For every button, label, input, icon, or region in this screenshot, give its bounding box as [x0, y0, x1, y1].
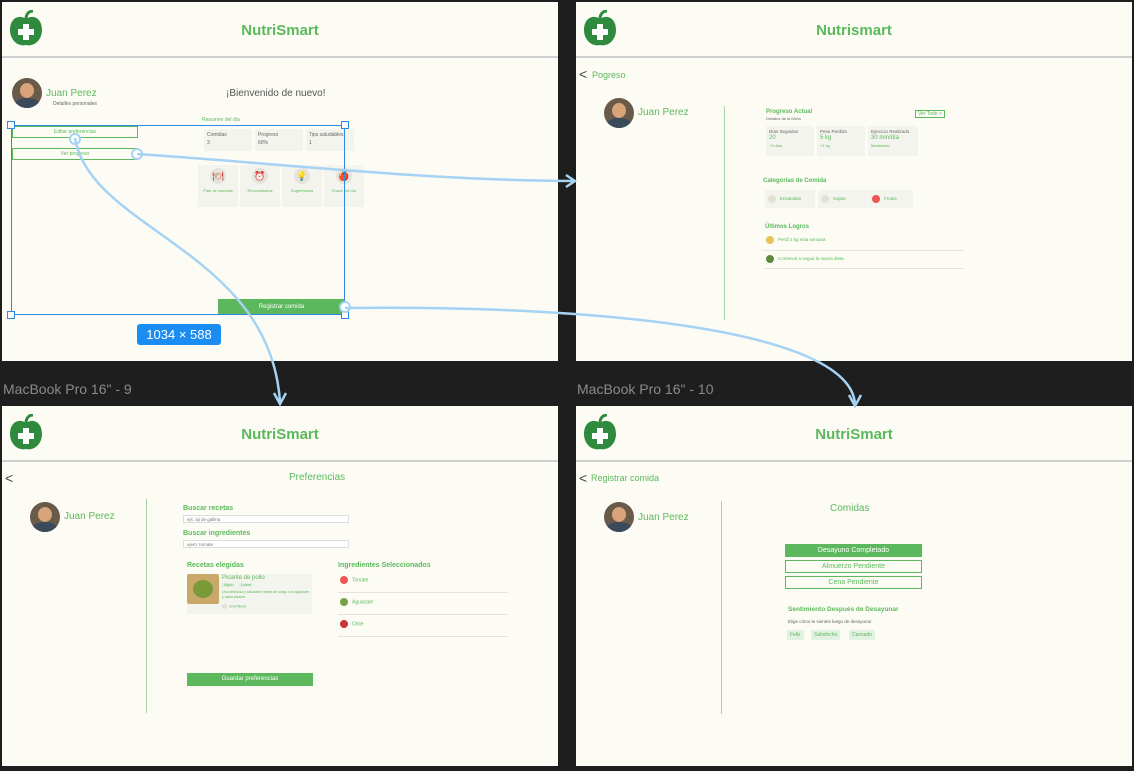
divider	[764, 268, 964, 269]
search-recipes-label: Buscar recetas	[183, 505, 234, 512]
search-recipes-input[interactable]: ejs: aji de gallina	[183, 515, 349, 523]
divider	[338, 614, 508, 615]
recipe-title: Picante de pollo	[222, 575, 265, 581]
app-title: NutriSmart	[241, 426, 319, 443]
avatar	[604, 98, 634, 128]
see-all-button[interactable]: Ver Todo >	[915, 110, 945, 118]
divider	[764, 250, 964, 251]
frame-home[interactable]: NutriSmart Juan Perez Detalles personale…	[2, 2, 558, 361]
frame-preferences[interactable]: NutriSmart < Preferencias Juan Perez Bus…	[2, 406, 558, 766]
author-avatar-icon	[222, 604, 227, 609]
app-title: NutriSmart	[815, 426, 893, 443]
meals-title: Comidas	[830, 503, 870, 514]
leaf-icon	[766, 255, 774, 263]
breakfast-completed-button[interactable]: Desayuno Completado	[785, 544, 922, 557]
avatar	[604, 502, 634, 532]
header: NutriSmart	[576, 406, 1132, 462]
trophy-icon	[766, 236, 774, 244]
chili-icon	[340, 620, 348, 628]
salad-icon	[768, 194, 776, 203]
avocado-icon	[340, 598, 348, 606]
header: NutriSmart	[2, 406, 558, 462]
connector-arrowhead-progress	[565, 173, 578, 189]
achievement-item: Comencé a seguir la nueva dieta	[766, 255, 844, 263]
avatar	[12, 78, 42, 108]
recipe-tag: Lorem	[239, 583, 253, 587]
fruit-icon	[872, 194, 880, 203]
frame-register-meal[interactable]: NutriSmart < Registrar comida Juan Perez…	[576, 406, 1132, 766]
page-title: Preferencias	[289, 472, 346, 483]
user-name: Juan Perez	[638, 107, 689, 118]
recipe-tag: Algún	[222, 583, 235, 587]
divider	[721, 501, 722, 714]
connector-node[interactable]	[131, 148, 143, 160]
summary-title: Resumen del día	[202, 117, 240, 123]
categories-title: Categorías de Comida	[763, 178, 827, 184]
section-title: Progreso Actual	[766, 109, 813, 115]
feeling-happy-chip[interactable]: Feliz	[787, 630, 804, 640]
save-preferences-button[interactable]: Guardar preferencias	[187, 673, 313, 686]
section-subtitle: Detalles de la Dieta	[766, 116, 801, 121]
stat-streak: Días Seguidos 20 +3 días	[766, 126, 814, 156]
back-label[interactable]: Pogreso	[592, 70, 626, 80]
connector-arrowhead-register	[847, 394, 863, 409]
category-fruits[interactable]: Frutas	[869, 190, 913, 208]
user-name: Juan Perez	[46, 88, 97, 99]
category-soups[interactable]: Sopas	[818, 190, 868, 208]
selection-box[interactable]	[11, 125, 345, 315]
feeling-title: Sentimiento Después de Desayunar	[788, 606, 899, 613]
frame-progress[interactable]: Nutrismart < Pogreso Juan Perez Progreso…	[576, 2, 1132, 361]
category-salads[interactable]: Ensaladas	[765, 190, 815, 208]
search-ingredients-label: Buscar ingredientes	[183, 530, 251, 537]
recipe-image	[187, 574, 219, 604]
ingredient-item[interactable]: Aguacate	[340, 598, 373, 606]
divider	[724, 106, 725, 320]
ingredient-item[interactable]: Chile	[340, 620, 363, 628]
feeling-prompt: Elige cómo te sientes luego de desayunar	[788, 619, 872, 624]
recipe-author: Chef Maria	[222, 604, 246, 609]
selected-ingredients-title: Ingredientes Seleccionados	[338, 562, 431, 569]
dimension-badge: 1034 × 588	[137, 324, 221, 345]
connector-node[interactable]	[69, 133, 81, 145]
user-name: Juan Perez	[64, 511, 115, 522]
back-label[interactable]: Registrar comida	[591, 473, 659, 483]
stat-weight: Peso Perdido 5 kg +1 kg	[817, 126, 865, 156]
back-arrow-icon[interactable]: <	[5, 470, 13, 486]
welcome-text: ¡Bienvenido de nuevo!	[226, 88, 326, 99]
recipe-description: Una deliciosa y saludable receta de sorg…	[222, 590, 309, 599]
header: Nutrismart	[576, 2, 1132, 58]
frame-label-9[interactable]: MacBook Pro 16" - 9	[3, 381, 132, 397]
user-name: Juan Perez	[638, 512, 689, 523]
chosen-recipes-title: Recetas elegidas	[187, 562, 244, 569]
resize-handle-bl[interactable]	[7, 311, 15, 319]
back-arrow-icon[interactable]: <	[579, 66, 587, 82]
achievements-title: Últimos Logros	[765, 224, 810, 230]
feeling-tired-chip[interactable]: Cansado	[849, 630, 876, 640]
achievement-item: Perdí 2 kg esta semana	[766, 236, 826, 244]
app-title: NutriSmart	[241, 22, 319, 39]
search-ingredients-input[interactable]: ejem: tomate	[183, 540, 349, 548]
recipe-card[interactable]: Picante de pollo Algún Lorem Una delicio…	[187, 574, 312, 614]
connector-arrowhead-preferences	[272, 392, 288, 407]
connector-node[interactable]	[339, 301, 351, 313]
soup-icon	[821, 194, 829, 203]
feeling-satisfied-chip[interactable]: Satisfecho	[811, 630, 841, 640]
divider	[146, 499, 147, 713]
divider	[338, 636, 508, 637]
divider	[338, 592, 508, 593]
dinner-pending-button[interactable]: Cena Pendiente	[785, 576, 922, 589]
tomato-icon	[340, 576, 348, 584]
avatar	[30, 502, 60, 532]
frame-label-10[interactable]: MacBook Pro 16" - 10	[577, 381, 713, 397]
resize-handle-tl[interactable]	[7, 121, 15, 129]
app-title: Nutrismart	[816, 22, 892, 39]
ingredient-item[interactable]: Tomate	[340, 576, 368, 584]
header: NutriSmart	[2, 2, 558, 58]
user-details-link[interactable]: Detalles personales	[53, 101, 97, 107]
lunch-pending-button[interactable]: Almuerzo Pendiente	[785, 560, 922, 573]
stat-exercise: Ejercicio Realizado 30 min/día Mantenido	[868, 126, 918, 156]
resize-handle-tr[interactable]	[341, 121, 349, 129]
back-arrow-icon[interactable]: <	[579, 470, 587, 486]
